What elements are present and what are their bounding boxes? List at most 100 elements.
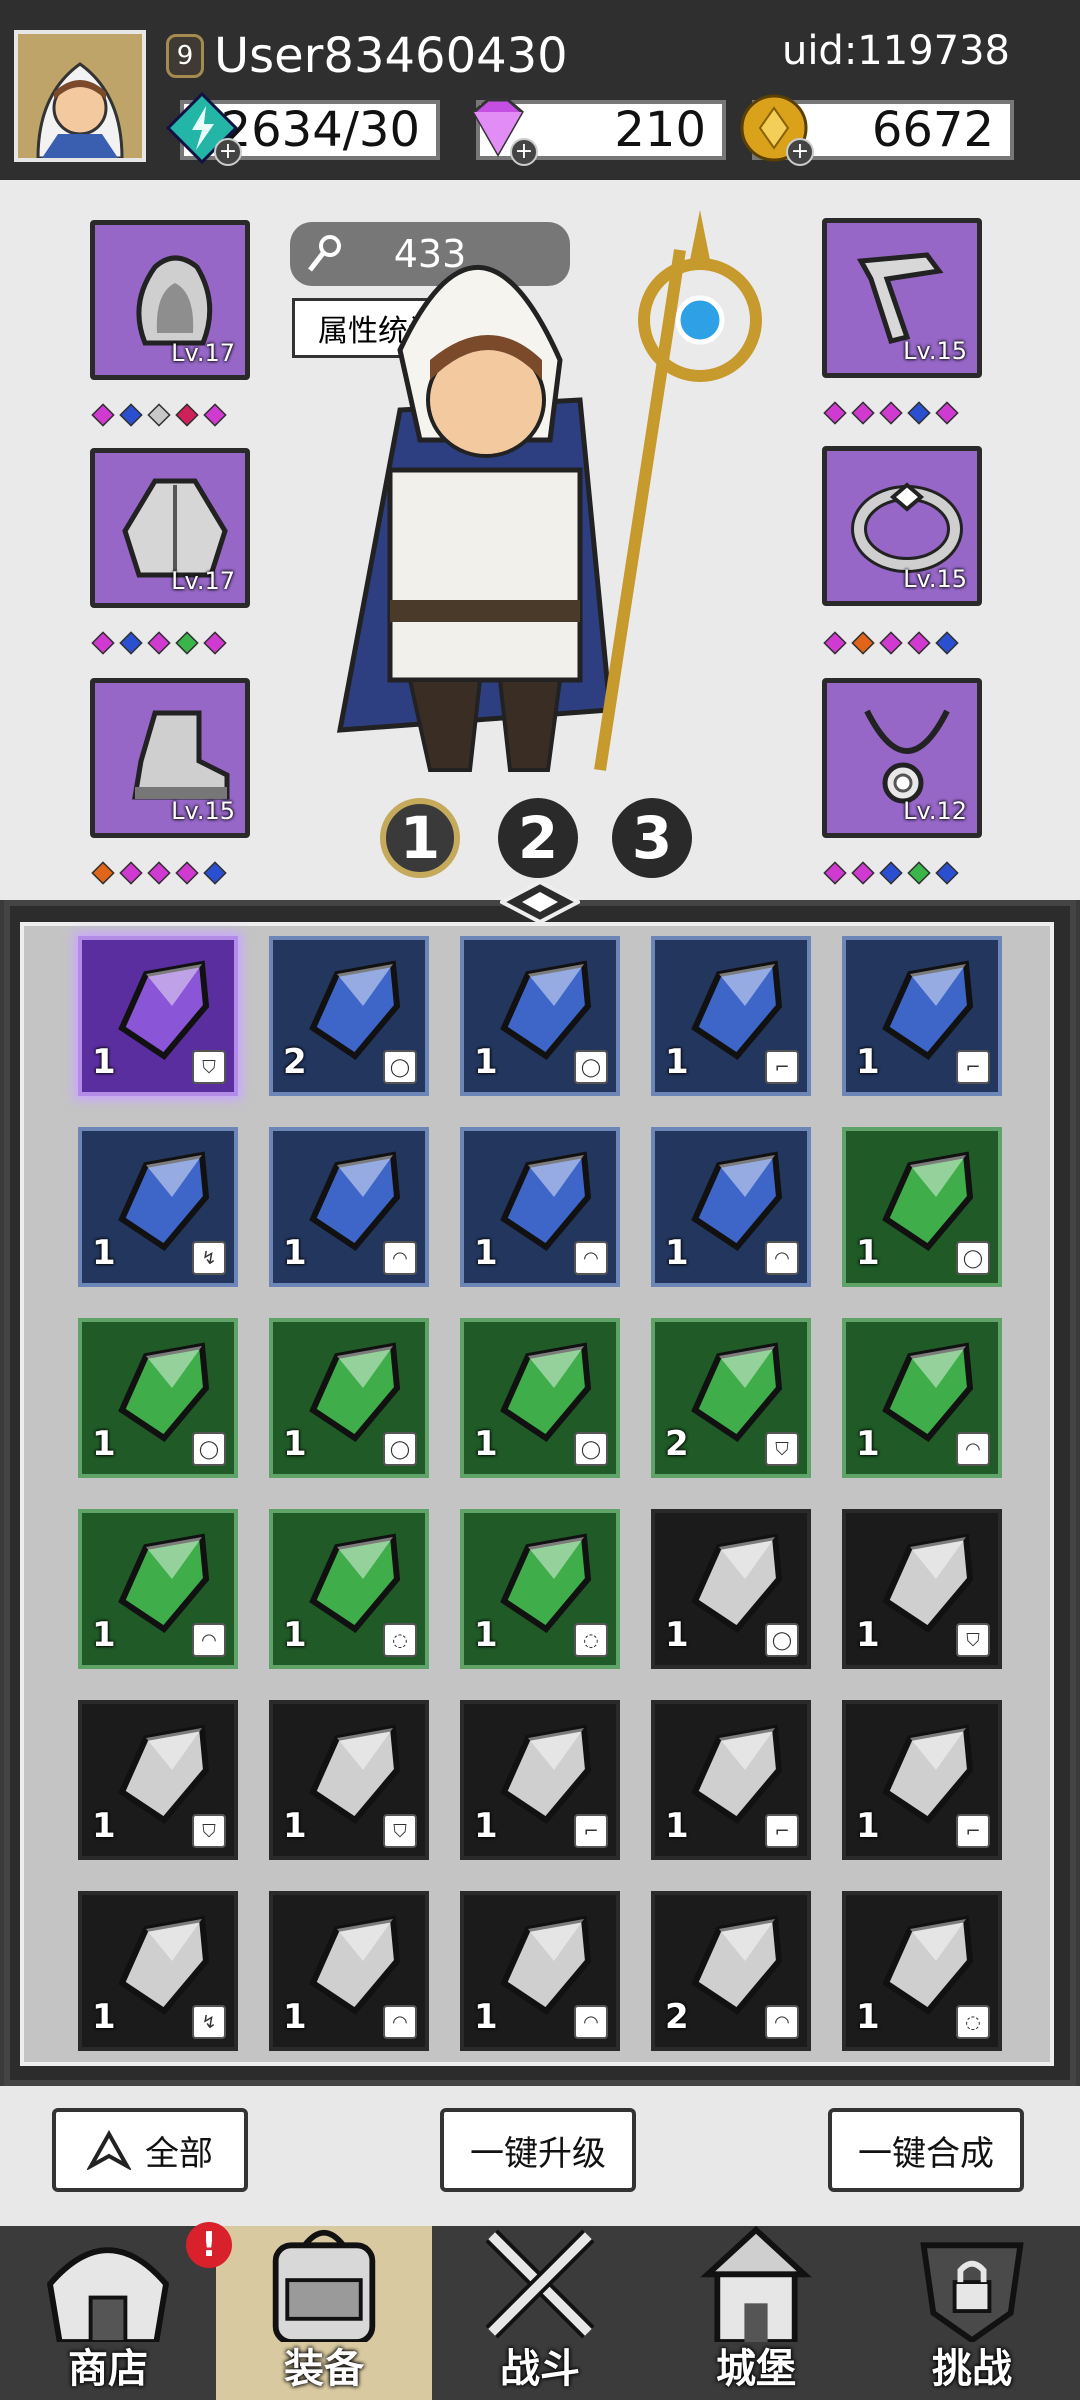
inventory-gem-item[interactable]: 1 ◌ bbox=[460, 1509, 620, 1669]
inventory-gem-item[interactable]: 1 ◯ bbox=[460, 936, 620, 1096]
equip-type-icon: ⌐ bbox=[956, 1814, 990, 1848]
nav-equipment-label: 装备 bbox=[284, 2346, 364, 2392]
item-count: 1 bbox=[92, 1424, 116, 1464]
gem-icon bbox=[907, 631, 931, 655]
player-level-badge: 9 bbox=[166, 34, 204, 78]
ring-level: Lv.15 bbox=[903, 565, 967, 593]
inventory-gem-item[interactable]: 1 ⌐ bbox=[651, 936, 811, 1096]
item-count: 1 bbox=[283, 1806, 307, 1846]
nav-shop[interactable]: 商店 bbox=[0, 2226, 216, 2400]
energy-counter[interactable]: + 2634/30 bbox=[165, 91, 440, 166]
upgrade-all-button[interactable]: 一键升级 bbox=[440, 2108, 636, 2192]
inventory-gem-item[interactable]: 2 ◯ bbox=[269, 936, 429, 1096]
gold-value: 6672 bbox=[871, 102, 994, 158]
player-avatar[interactable] bbox=[14, 30, 146, 162]
inventory-gem-item[interactable]: 1 ◌ bbox=[842, 1891, 1002, 2051]
equipment-alert-badge: ! bbox=[186, 2222, 232, 2268]
loadout-tab-1[interactable]: 1 bbox=[380, 798, 460, 878]
gem-icon bbox=[91, 403, 115, 427]
nav-challenge[interactable]: 挑战 bbox=[864, 2226, 1080, 2400]
equip-type-icon: ⛉ bbox=[192, 1050, 226, 1084]
armor-level: Lv.17 bbox=[171, 567, 235, 595]
inventory-gem-item[interactable]: 1 ◯ bbox=[269, 1318, 429, 1478]
inventory-gem-item[interactable]: 1 ◯ bbox=[460, 1318, 620, 1478]
helmet-gems bbox=[91, 403, 227, 427]
inventory-gem-item[interactable]: 1 ⌐ bbox=[842, 1700, 1002, 1860]
gold-counter[interactable]: + 6672 bbox=[740, 94, 1014, 166]
loadout-tab-3[interactable]: 3 bbox=[612, 798, 692, 878]
gem-icon bbox=[907, 401, 931, 425]
collapse-toggle-icon[interactable] bbox=[500, 880, 580, 924]
wand-icon bbox=[856, 252, 944, 344]
nav-equipment[interactable]: 装备 bbox=[216, 2226, 432, 2400]
nav-battle-label: 战斗 bbox=[500, 2346, 580, 2392]
inventory-gem-item[interactable]: 1 ◠ bbox=[78, 1509, 238, 1669]
inventory-gem-item[interactable]: 1 ⌐ bbox=[651, 1700, 811, 1860]
inventory-gem-item[interactable]: 2 ◠ bbox=[651, 1891, 811, 2051]
inventory-gem-item[interactable]: 1 ↯ bbox=[78, 1127, 238, 1287]
ring-slot[interactable]: Lv.15 bbox=[822, 446, 982, 606]
nav-castle-label: 城堡 bbox=[716, 2346, 796, 2392]
inventory-gem-item[interactable]: 1 ⛉ bbox=[269, 1700, 429, 1860]
equip-type-icon: ◯ bbox=[574, 1050, 608, 1084]
gem-icon bbox=[935, 401, 959, 425]
gem-icon bbox=[91, 631, 115, 655]
item-count: 1 bbox=[92, 1997, 116, 2037]
armor-slot[interactable]: Lv.17 bbox=[90, 448, 250, 608]
inventory-gem-item[interactable]: 1 ◠ bbox=[460, 1127, 620, 1287]
shop-icon bbox=[46, 2247, 170, 2342]
inventory-gem-item[interactable]: 1 ◯ bbox=[651, 1509, 811, 1669]
item-count: 1 bbox=[283, 1997, 307, 2037]
inventory-gem-item[interactable]: 1 ⌐ bbox=[842, 936, 1002, 1096]
add-gold-icon[interactable]: + bbox=[786, 138, 814, 166]
gem-icon bbox=[935, 861, 959, 885]
inventory-gem-item[interactable]: 1 ◯ bbox=[842, 1127, 1002, 1287]
item-count: 1 bbox=[665, 1806, 689, 1846]
inventory-gem-item[interactable]: 1 ⌐ bbox=[460, 1700, 620, 1860]
inventory-gem-item[interactable]: 2 ⛉ bbox=[651, 1318, 811, 1478]
diamond-counter[interactable]: + 210 bbox=[472, 98, 726, 166]
gem-icon bbox=[119, 631, 143, 655]
gem-icon bbox=[175, 403, 199, 427]
inventory-gem-item[interactable]: 1 ◠ bbox=[269, 1127, 429, 1287]
inventory-gem-item[interactable]: 1 ⛉ bbox=[78, 936, 238, 1096]
filter-all-button[interactable]: 全部 bbox=[52, 2108, 248, 2192]
inventory-gem-item[interactable]: 1 ◯ bbox=[78, 1318, 238, 1478]
item-count: 1 bbox=[92, 1233, 116, 1273]
equip-type-icon: ◯ bbox=[383, 1432, 417, 1466]
item-count: 1 bbox=[474, 1042, 498, 1082]
boots-slot[interactable]: Lv.15 bbox=[90, 678, 250, 838]
necklace-slot[interactable]: Lv.12 bbox=[822, 678, 982, 838]
weapon-slot[interactable]: Lv.15 bbox=[822, 218, 982, 378]
inventory-gem-item[interactable]: 1 ◠ bbox=[651, 1127, 811, 1287]
gem-icon bbox=[203, 861, 227, 885]
helmet-slot[interactable]: Lv.17 bbox=[90, 220, 250, 380]
inventory-gem-item[interactable]: 1 ◌ bbox=[269, 1509, 429, 1669]
filter-all-label: 全部 bbox=[145, 2133, 213, 2174]
gem-icon bbox=[175, 631, 199, 655]
merge-all-button[interactable]: 一键合成 bbox=[828, 2108, 1024, 2192]
inventory-gem-item[interactable]: 1 ↯ bbox=[78, 1891, 238, 2051]
item-count: 1 bbox=[92, 1615, 116, 1655]
nav-challenge-label: 挑战 bbox=[932, 2346, 1012, 2392]
equip-type-icon: ⌐ bbox=[765, 1050, 799, 1084]
inventory-gem-item[interactable]: 1 ⛉ bbox=[842, 1509, 1002, 1669]
add-diamond-icon[interactable]: + bbox=[510, 138, 538, 166]
equip-type-icon: ↯ bbox=[192, 1241, 226, 1275]
loadout-tab-2[interactable]: 2 bbox=[498, 798, 578, 878]
item-count: 1 bbox=[856, 1997, 880, 2037]
inventory-gem-item[interactable]: 1 ◠ bbox=[269, 1891, 429, 2051]
add-energy-icon[interactable]: + bbox=[214, 138, 242, 166]
inventory-gem-item[interactable]: 1 ◠ bbox=[842, 1318, 1002, 1478]
nav-battle[interactable]: 战斗 bbox=[432, 2226, 648, 2400]
player-username: User83460430 bbox=[214, 28, 568, 84]
gem-icon bbox=[879, 631, 903, 655]
boots-gems bbox=[91, 861, 227, 885]
item-count: 1 bbox=[92, 1042, 116, 1082]
item-count: 1 bbox=[665, 1042, 689, 1082]
inventory-gem-item[interactable]: 1 ⛉ bbox=[78, 1700, 238, 1860]
gem-icon bbox=[879, 401, 903, 425]
inventory-gem-item[interactable]: 1 ◠ bbox=[460, 1891, 620, 2051]
gem-icon bbox=[119, 403, 143, 427]
nav-castle[interactable]: 城堡 bbox=[648, 2226, 864, 2400]
